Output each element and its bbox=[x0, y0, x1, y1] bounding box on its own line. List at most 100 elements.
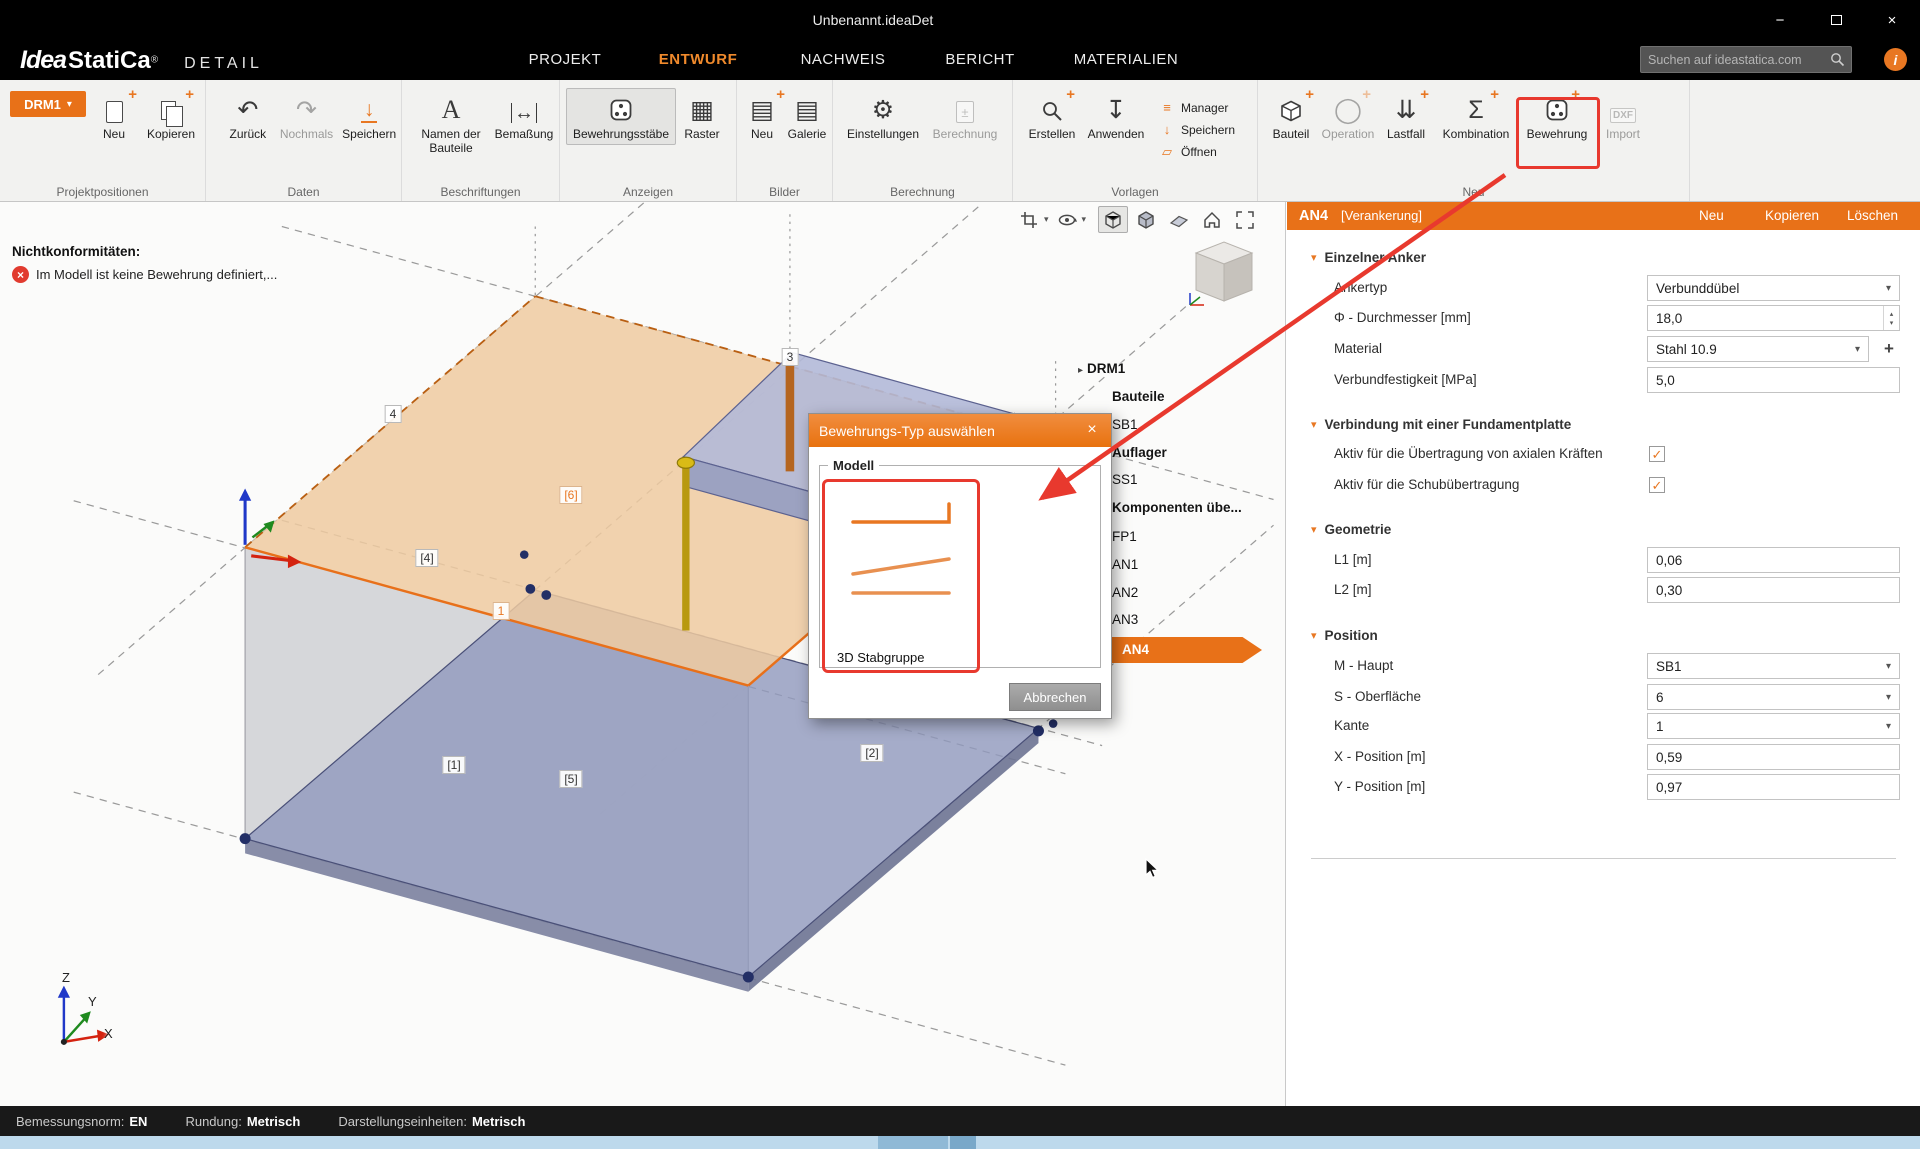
ribbon-button-vorlage-speichern[interactable]: ↓Speichern bbox=[1159, 122, 1235, 137]
search-plus-icon: + bbox=[1038, 91, 1066, 125]
window-title: Unbenannt.ideaDet bbox=[813, 0, 934, 40]
checkbox-axiale-kraefte[interactable]: ✓ bbox=[1649, 446, 1665, 462]
s-oberflaeche-select[interactable]: 6 ▾ bbox=[1647, 684, 1900, 710]
add-material-button[interactable]: + bbox=[1879, 339, 1899, 359]
section-geometrie[interactable]: ▾ Geometrie bbox=[1311, 520, 1391, 538]
checkbox-schubuebertragung[interactable]: ✓ bbox=[1649, 477, 1665, 493]
durchmesser-input[interactable] bbox=[1648, 306, 1883, 330]
drm1-dropdown[interactable]: DRM1 ▾ bbox=[10, 91, 86, 117]
ribbon-button-erstellen[interactable]: + Erstellen bbox=[1021, 88, 1083, 145]
tree-item-an3[interactable]: AN3 bbox=[1112, 612, 1138, 627]
ribbon-button-speichern[interactable]: ↓ Speichern bbox=[337, 88, 401, 145]
cancel-button[interactable]: Abbrechen bbox=[1009, 683, 1101, 711]
home-view-icon[interactable] bbox=[1197, 206, 1227, 233]
ribbon-button-lastfall[interactable]: ⇊+ Lastfall bbox=[1378, 88, 1434, 145]
orbit-icon[interactable] bbox=[1052, 206, 1082, 233]
navigation-cube[interactable] bbox=[1180, 239, 1260, 313]
kante-select[interactable]: 1 ▾ bbox=[1647, 713, 1900, 739]
tab-materialien[interactable]: MATERIALIEN bbox=[1074, 40, 1178, 80]
tree-item-sb1[interactable]: SB1 bbox=[1112, 417, 1138, 432]
l2-input[interactable] bbox=[1647, 577, 1900, 603]
rebar-section-icon bbox=[607, 91, 635, 125]
ribbon-button-namen-der-bauteile[interactable]: A Namen der Bauteile bbox=[410, 88, 492, 159]
ribbon-button-kopieren[interactable]: + Kopieren bbox=[140, 88, 202, 145]
ribbon-button-bemassung[interactable]: ↔ Bemaßung bbox=[492, 88, 556, 145]
search-icon bbox=[1830, 52, 1845, 67]
section-crop-icon[interactable] bbox=[1014, 206, 1044, 233]
ribbon-button-neu-projektposition[interactable]: + Neu bbox=[88, 88, 140, 145]
3d-stabgruppe-icon[interactable] bbox=[845, 496, 963, 608]
verbundfestigkeit-input[interactable] bbox=[1647, 367, 1900, 393]
ribbon-button-bauteil[interactable]: + Bauteil bbox=[1264, 88, 1318, 145]
search-input[interactable] bbox=[1641, 53, 1830, 67]
tree-item-komponenten[interactable]: Komponenten übe... bbox=[1112, 500, 1242, 515]
spin-up-icon[interactable]: ▴ bbox=[1890, 310, 1894, 318]
ribbon-group-daten: ↶ Zurück ↷ Nochmals ↓ Speichern Daten bbox=[206, 80, 402, 201]
close-button[interactable]: × bbox=[1864, 0, 1920, 40]
section-einzelner-anker[interactable]: ▾ Einzelner Anker bbox=[1311, 248, 1426, 266]
taskbar-edge bbox=[0, 1136, 1920, 1149]
plate-view-icon[interactable] bbox=[1164, 206, 1194, 233]
option-3d-stabgruppe[interactable]: 3D Stabgruppe bbox=[837, 650, 924, 665]
tree-item-ss1[interactable]: SS1 bbox=[1112, 472, 1138, 487]
durchmesser-stepper[interactable]: ▴▾ bbox=[1647, 305, 1900, 331]
search-box bbox=[1640, 46, 1852, 73]
ribbon-button-manager[interactable]: ≡Manager bbox=[1159, 100, 1235, 115]
m-haupt-select[interactable]: SB1 ▾ bbox=[1647, 653, 1900, 679]
ribbon-group-caption: Beschriftungen bbox=[402, 185, 559, 199]
spin-down-icon[interactable]: ▾ bbox=[1890, 319, 1894, 327]
x-position-input[interactable] bbox=[1647, 744, 1900, 770]
info-icon[interactable]: i bbox=[1884, 48, 1907, 71]
ribbon-button-galerie[interactable]: ▤ Galerie bbox=[783, 88, 831, 145]
l1-input[interactable] bbox=[1647, 547, 1900, 573]
tab-entwurf[interactable]: ENTWURF bbox=[659, 40, 738, 80]
panel-loeschen-button[interactable]: Löschen bbox=[1847, 202, 1898, 230]
y-position-input[interactable] bbox=[1647, 774, 1900, 800]
ribbon-button-kombination[interactable]: Σ+ Kombination bbox=[1434, 88, 1518, 145]
tree-root-drm1[interactable]: ▸DRM1 bbox=[1078, 361, 1125, 376]
maximize-button[interactable] bbox=[1808, 0, 1864, 40]
ribbon-button-zurueck[interactable]: ↶ Zurück bbox=[220, 88, 276, 145]
expander-icon[interactable]: ▸ bbox=[1078, 365, 1083, 376]
ankertyp-select[interactable]: Verbunddübel ▾ bbox=[1647, 275, 1900, 301]
ribbon-button-einstellungen[interactable]: ⚙ Einstellungen bbox=[841, 88, 925, 145]
anchor-head[interactable] bbox=[677, 457, 694, 468]
tree-item-auflager[interactable]: Auflager bbox=[1112, 445, 1167, 460]
tab-nachweis[interactable]: NACHWEIS bbox=[801, 40, 886, 80]
dialog-title-bar[interactable]: Bewehrungs-Typ auswählen × bbox=[809, 414, 1111, 447]
tree-item-an1[interactable]: AN1 bbox=[1112, 557, 1138, 572]
chevron-down-icon[interactable]: ▾ bbox=[1044, 214, 1049, 225]
save-icon: ↓ bbox=[355, 91, 383, 125]
section-position[interactable]: ▾ Position bbox=[1311, 626, 1378, 644]
status-bemessungsnorm: Bemessungsnorm:EN bbox=[16, 1114, 147, 1129]
ribbon-button-raster[interactable]: ▦ Raster bbox=[676, 88, 728, 145]
ribbon-button-neu-bild[interactable]: ▤+ Neu bbox=[741, 88, 783, 145]
ribbon-group-beschriftungen: A Namen der Bauteile ↔ Bemaßung Beschrif… bbox=[402, 80, 560, 201]
tree-item-an2[interactable]: AN2 bbox=[1112, 585, 1138, 600]
zoom-extents-icon[interactable] bbox=[1230, 206, 1260, 233]
status-rundung: Rundung:Metrisch bbox=[185, 1114, 300, 1129]
tab-projekt[interactable]: PROJEKT bbox=[529, 40, 602, 80]
solid-view-icon[interactable] bbox=[1131, 206, 1161, 233]
tree-item-fp1[interactable]: FP1 bbox=[1112, 529, 1137, 544]
panel-kopieren-button[interactable]: Kopieren bbox=[1765, 202, 1819, 230]
ribbon-button-dxf-import: DXF Import bbox=[1596, 88, 1650, 145]
chevron-down-icon: ▾ bbox=[1311, 629, 1317, 642]
section-fundamentplatte[interactable]: ▾ Verbindung mit einer Fundamentplatte bbox=[1311, 415, 1571, 433]
minimize-button[interactable]: − bbox=[1752, 0, 1808, 40]
ribbon-button-bewehrungsstaebe[interactable]: Bewehrungsstäbe bbox=[566, 88, 676, 145]
wireframe-view-icon[interactable] bbox=[1098, 206, 1128, 233]
tree-item-bauteile[interactable]: Bauteile bbox=[1112, 389, 1165, 404]
material-select[interactable]: Stahl 10.9 ▾ bbox=[1647, 336, 1869, 362]
tab-bericht[interactable]: BERICHT bbox=[945, 40, 1014, 80]
ribbon-button-bewehrung[interactable]: + Bewehrung bbox=[1518, 88, 1596, 145]
chevron-down-icon: ▾ bbox=[1855, 344, 1860, 355]
ribbon-button-oeffnen[interactable]: ▱Öffnen bbox=[1159, 144, 1235, 160]
chevron-down-icon[interactable]: ▾ bbox=[1082, 214, 1087, 225]
panel-neu-button[interactable]: Neu bbox=[1699, 202, 1724, 230]
calculator-icon: ± bbox=[951, 91, 979, 125]
tree-item-an4-selected[interactable]: AN4 bbox=[1112, 637, 1262, 663]
ribbon-group-caption: Bilder bbox=[737, 185, 832, 199]
dialog-close-icon[interactable]: × bbox=[1081, 419, 1103, 441]
ribbon-button-anwenden[interactable]: ↧ Anwenden bbox=[1083, 88, 1149, 145]
